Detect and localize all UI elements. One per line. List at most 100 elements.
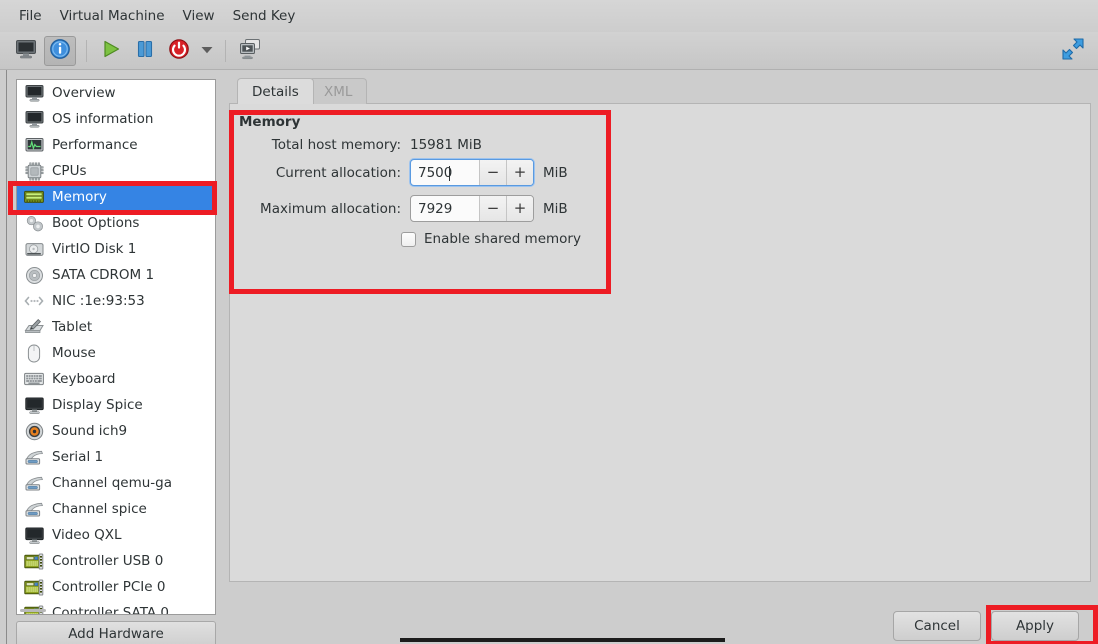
- apply-button[interactable]: Apply: [991, 611, 1079, 641]
- hardware-list[interactable]: Overview OS information Performance CPUs Mem…: [16, 79, 216, 615]
- sidebar-item-channel-qemu-ga[interactable]: Channel qemu-ga: [17, 470, 215, 496]
- text-caret: [449, 166, 450, 181]
- window-bottom-edge: [400, 638, 725, 642]
- cancel-button[interactable]: Cancel: [893, 611, 981, 641]
- maximum-allocation-input[interactable]: [411, 196, 479, 221]
- sidebar-item-label: VirtIO Disk 1: [52, 241, 137, 257]
- sidebar-item-serial-1[interactable]: Serial 1: [17, 444, 215, 470]
- sidebar-item-boot-options[interactable]: Boot Options: [17, 210, 215, 236]
- sidebar-item-label: Channel spice: [52, 501, 147, 517]
- sidebar-item-memory[interactable]: Memory: [17, 184, 215, 210]
- sidebar-item-channel-spice[interactable]: Channel spice: [17, 496, 215, 522]
- show-details-button[interactable]: [44, 35, 76, 66]
- sidebar-item-label: Video QXL: [52, 527, 122, 543]
- tabstrip: Details XML: [229, 78, 1091, 104]
- current-allocation-spinner[interactable]: − +: [410, 159, 534, 186]
- sidebar-item-label: Boot Options: [52, 215, 140, 231]
- menu-send-key[interactable]: Send Key: [224, 4, 305, 28]
- display-icon: [24, 395, 44, 415]
- sidebar-item-label: Serial 1: [52, 449, 104, 465]
- sidebar-item-label: Overview: [52, 85, 116, 101]
- chevron-down-icon: [201, 43, 213, 58]
- enable-shared-memory-row[interactable]: Enable shared memory: [401, 231, 581, 247]
- monitor-icon: [24, 109, 44, 129]
- show-console-button[interactable]: [10, 36, 42, 66]
- toolbar: [0, 32, 1098, 70]
- fullscreen-icon: [1061, 37, 1085, 65]
- fullscreen-button[interactable]: [1058, 36, 1088, 66]
- sidebar-item-label: Sound ich9: [52, 423, 128, 439]
- power-off-icon: [168, 38, 190, 64]
- apply-button-label: Apply: [1015, 618, 1055, 634]
- toolbar-separator-1: [86, 39, 87, 62]
- manage-snapshots-button[interactable]: [234, 36, 266, 66]
- total-host-memory-row: Total host memory: 15981 MiB: [239, 137, 599, 153]
- serial-port-icon: [24, 473, 44, 493]
- toolbar-separator-2: [225, 39, 226, 62]
- sidebar-item-label: Controller USB 0: [52, 553, 164, 569]
- sidebar-item-virtio-disk-1[interactable]: VirtIO Disk 1: [17, 236, 215, 262]
- tablet-pen-icon: [24, 317, 44, 337]
- graph-icon: [24, 135, 44, 155]
- cdrom-icon: [24, 265, 44, 285]
- sidebar-item-mouse[interactable]: Mouse: [17, 340, 215, 366]
- pci-card-icon: [24, 551, 44, 571]
- menu-view[interactable]: View: [174, 4, 224, 28]
- sidebar-item-nic-1e-93-53[interactable]: NIC :1e:93:53: [17, 288, 215, 314]
- serial-port-icon: [24, 499, 44, 519]
- memory-section-title: Memory: [239, 114, 301, 130]
- gears-icon: [24, 213, 44, 233]
- maximum-allocation-label: Maximum allocation:: [260, 200, 401, 217]
- add-hardware-button[interactable]: Add Hardware: [16, 621, 216, 644]
- mouse-icon: [24, 343, 44, 363]
- current-allocation-label: Current allocation:: [275, 164, 401, 181]
- hardware-list-scrollbar[interactable]: [16, 607, 216, 615]
- sidebar-item-controller-pcie-0[interactable]: Controller PCIe 0: [17, 574, 215, 600]
- sidebar-item-label: Tablet: [52, 319, 93, 335]
- menu-virtual-machine[interactable]: Virtual Machine: [51, 4, 174, 28]
- cancel-button-label: Cancel: [914, 618, 960, 634]
- current-allocation-increment-button[interactable]: +: [506, 160, 533, 185]
- enable-shared-memory-checkbox[interactable]: [401, 231, 416, 247]
- maximum-allocation-increment-button[interactable]: +: [506, 196, 533, 221]
- sidebar-item-label: CPUs: [52, 163, 87, 179]
- sidebar-item-overview[interactable]: Overview: [17, 80, 215, 106]
- sidebar-item-controller-usb-0[interactable]: Controller USB 0: [17, 548, 215, 574]
- shutdown-options-button[interactable]: [197, 36, 217, 66]
- shutdown-vm-button[interactable]: [163, 36, 195, 66]
- current-allocation-input[interactable]: [411, 160, 479, 185]
- virt-manager-window: File Virtual Machine View Send Key Overv…: [0, 0, 1098, 644]
- current-allocation-decrement-button[interactable]: −: [479, 160, 506, 185]
- menu-file[interactable]: File: [10, 4, 51, 28]
- memory-detail-panel: Memory Total host memory: 15981 MiB Curr…: [229, 103, 1091, 582]
- total-host-memory-value: 15981 MiB: [410, 137, 482, 153]
- pause-vm-button[interactable]: [129, 36, 161, 66]
- sidebar-item-label: Keyboard: [52, 371, 116, 387]
- sidebar-item-sata-cdrom-1[interactable]: SATA CDROM 1: [17, 262, 215, 288]
- sidebar-item-cpus[interactable]: CPUs: [17, 158, 215, 184]
- info-icon: [49, 38, 71, 64]
- sidebar-item-os-information[interactable]: OS information: [17, 106, 215, 132]
- sidebar-item-video-qxl[interactable]: Video QXL: [17, 522, 215, 548]
- sidebar-item-sound-ich9[interactable]: Sound ich9: [17, 418, 215, 444]
- sidebar-item-keyboard[interactable]: Keyboard: [17, 366, 215, 392]
- sidebar-item-tablet[interactable]: Tablet: [17, 314, 215, 340]
- harddisk-icon: [24, 239, 44, 259]
- tab-details[interactable]: Details: [237, 78, 314, 104]
- current-allocation-unit: MiB: [543, 164, 568, 181]
- tab-xml[interactable]: XML: [309, 78, 368, 104]
- sidebar-item-label: OS information: [52, 111, 154, 127]
- sidebar-item-label: NIC :1e:93:53: [52, 293, 145, 309]
- sidebar-item-performance[interactable]: Performance: [17, 132, 215, 158]
- maximum-allocation-decrement-button[interactable]: −: [479, 196, 506, 221]
- sidebar-item-label: Channel qemu-ga: [52, 475, 173, 491]
- console-monitor-icon: [15, 39, 37, 63]
- maximum-allocation-spinner[interactable]: − +: [410, 195, 534, 222]
- run-vm-button[interactable]: [95, 36, 127, 66]
- sidebar-item-display-spice[interactable]: Display Spice: [17, 392, 215, 418]
- maximum-allocation-row: Maximum allocation: − + MiB: [239, 195, 568, 222]
- sidebar-item-label: Display Spice: [52, 397, 143, 413]
- display-icon: [24, 525, 44, 545]
- play-icon: [100, 38, 122, 64]
- snapshots-icon: [238, 38, 262, 64]
